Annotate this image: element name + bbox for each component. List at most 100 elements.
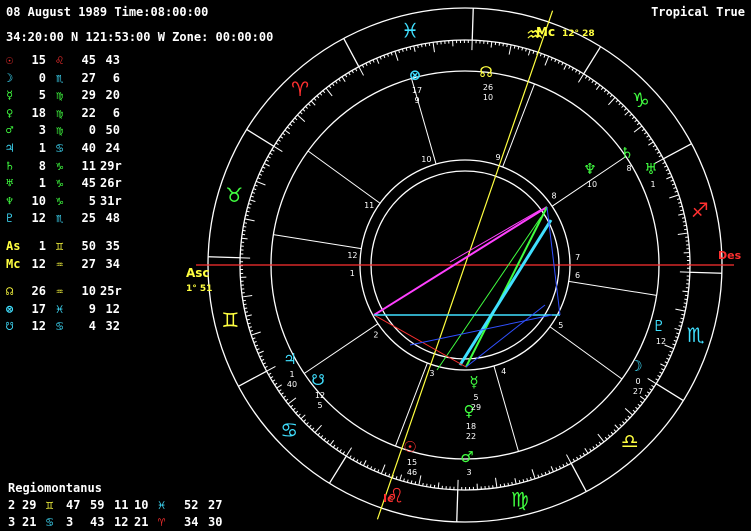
degree-tick	[245, 214, 249, 217]
degree-tick	[657, 375, 661, 378]
degree-tick	[636, 122, 640, 126]
degree-tick	[622, 421, 625, 425]
degree-tick	[579, 454, 582, 458]
degree-tick	[667, 354, 672, 357]
degree-tick	[275, 142, 279, 146]
degree-tick	[659, 371, 663, 374]
degree-tick	[261, 358, 265, 362]
degree-tick	[651, 384, 655, 388]
degree-tick	[305, 422, 309, 425]
degree-tick	[255, 180, 266, 186]
sign-boundary	[208, 256, 241, 259]
degree-tick	[351, 70, 354, 74]
mc-label: Mc	[536, 25, 555, 39]
degree-tick	[243, 303, 247, 306]
degree-tick	[541, 473, 544, 477]
degree-tick	[624, 418, 628, 422]
degree-tick	[644, 394, 648, 398]
degree-tick	[272, 379, 276, 382]
degree-tick	[680, 317, 684, 320]
degree-tick	[264, 162, 270, 167]
degree-tick	[588, 77, 591, 81]
degree-tick	[637, 403, 641, 407]
degree-tick	[414, 481, 417, 485]
degree-tick	[258, 173, 263, 176]
degree-tick	[420, 44, 423, 48]
degree-tick	[287, 126, 290, 130]
degree-tick	[562, 464, 565, 468]
degree-tick	[297, 114, 306, 122]
degree-tick	[527, 49, 531, 56]
degree-tick	[594, 82, 598, 86]
degree-tick	[323, 437, 327, 441]
natal-chart-wheel: ♈♉♊♋♌ ♍♎♏♐♑♒♓123 456789101112Asc1° 51Mc 12°…	[186, 7, 742, 523]
planet-glyph: ♃	[283, 350, 296, 368]
house-cusp-line	[493, 365, 519, 452]
degree-tick	[632, 409, 636, 413]
sign-boundary	[456, 489, 459, 522]
degree-tick	[331, 83, 335, 87]
degree-tick	[394, 51, 399, 61]
degree-tick	[254, 184, 258, 187]
degree-tick	[565, 462, 569, 466]
degree-tick	[280, 392, 284, 395]
degree-tick	[670, 179, 674, 182]
degree-tick	[273, 145, 283, 153]
degree-tick	[555, 467, 558, 471]
degree-tick	[265, 159, 269, 162]
degree-tick	[259, 355, 263, 358]
sign-boundary	[663, 143, 692, 160]
degree-tick	[271, 149, 275, 152]
sign-boundary	[328, 455, 347, 484]
degree-tick	[243, 222, 248, 224]
degree-tick	[249, 199, 256, 203]
house-number: 6	[575, 271, 580, 280]
degree-tick	[566, 454, 572, 464]
planet-degree-label: 15	[407, 458, 417, 467]
degree-tick	[368, 61, 372, 65]
degree-tick	[268, 372, 272, 376]
planet-glyph: ☽	[629, 357, 642, 375]
degree-tick	[320, 435, 324, 439]
house-cusp-line	[549, 326, 623, 380]
sign-boundary	[689, 271, 722, 274]
degree-tick	[639, 395, 646, 401]
degree-tick	[609, 94, 613, 98]
degree-tick	[652, 144, 656, 148]
degree-tick	[432, 42, 435, 53]
degree-tick	[582, 452, 586, 456]
sign-glyph: ♑	[632, 88, 650, 112]
degree-tick	[678, 213, 685, 216]
degree-tick	[674, 190, 678, 193]
degree-tick	[675, 308, 686, 312]
degree-tick	[287, 397, 297, 405]
degree-tick	[662, 161, 666, 165]
degree-tick	[673, 186, 677, 189]
degree-tick	[511, 481, 513, 486]
degree-tick	[365, 62, 368, 66]
degree-tick	[660, 363, 666, 368]
degree-tick	[308, 424, 312, 428]
degree-tick	[648, 138, 652, 141]
degree-tick	[422, 482, 424, 487]
degree-tick	[274, 382, 278, 386]
degree-tick	[344, 74, 348, 78]
degree-tick	[380, 464, 386, 475]
degree-tick	[571, 67, 574, 71]
degree-tick	[289, 123, 293, 127]
degree-tick	[502, 43, 504, 47]
degree-tick	[257, 177, 261, 180]
degree-tick	[647, 377, 657, 385]
degree-tick	[607, 434, 611, 438]
degree-tick	[418, 475, 422, 486]
degree-tick	[674, 327, 681, 331]
degree-tick	[276, 384, 282, 389]
degree-tick	[674, 336, 679, 339]
degree-tick	[358, 66, 364, 76]
house-cusp-line	[307, 150, 381, 204]
degree-tick	[600, 87, 604, 90]
degree-tick	[270, 376, 274, 379]
degree-tick	[246, 210, 250, 213]
degree-tick	[409, 46, 412, 50]
degree-tick	[669, 350, 673, 353]
